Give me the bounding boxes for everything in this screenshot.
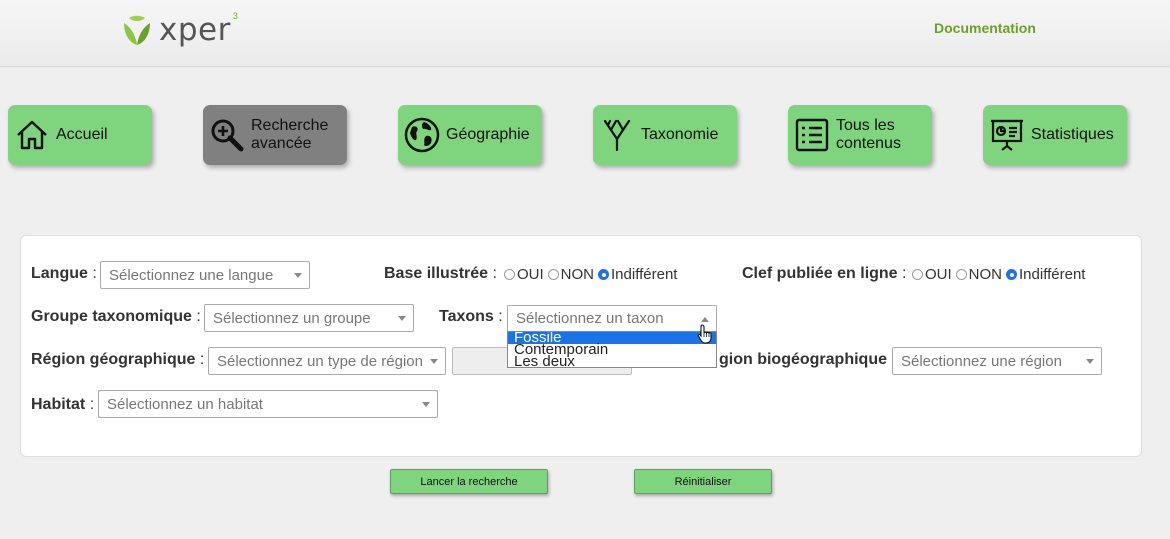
colon: :	[492, 265, 497, 282]
radio-label: NON	[560, 266, 595, 283]
clef-publiee-label: Clef publiée en ligne :	[742, 265, 906, 283]
nav-label: Tous les contenus	[836, 117, 901, 152]
nav-label: Accueil	[56, 126, 108, 143]
colon: :	[902, 265, 907, 282]
list-icon	[788, 117, 836, 153]
chevron-down-icon	[294, 273, 302, 278]
nav-statistiques-button[interactable]: Statistiques	[983, 105, 1127, 165]
langue-placeholder: Sélectionnez une langue	[109, 266, 274, 284]
region-bio-label-text: gion biogéographique	[719, 351, 887, 368]
nav-label: Géographie	[446, 126, 530, 143]
taxons-option-les-deux[interactable]: Les deux	[508, 354, 716, 367]
langue-label: Langue :	[31, 265, 97, 283]
taxonomy-tree-icon	[593, 117, 641, 153]
colon: :	[498, 308, 503, 325]
colon: :	[92, 265, 97, 282]
radio-label: Indifférent	[611, 266, 678, 283]
chevron-up-icon	[701, 317, 709, 322]
groupe-taxonomique-label: Groupe taxonomique :	[31, 308, 201, 326]
habitat-label: Habitat :	[31, 396, 94, 414]
nav-taxonomie-button[interactable]: Taxonomie	[593, 105, 737, 165]
clef-publiee-label-text: Clef publiée en ligne	[742, 265, 898, 282]
habitat-select[interactable]: Sélectionnez un habitat	[98, 390, 438, 418]
region-bio-select[interactable]: Sélectionnez une région	[892, 347, 1102, 375]
home-icon	[8, 118, 56, 152]
taxons-placeholder: Sélectionnez un taxon	[516, 310, 664, 327]
nav-tous-les-contenus-button[interactable]: Tous les contenus	[788, 105, 932, 165]
chevron-down-icon	[398, 316, 406, 321]
base-illustree-label: Base illustrée :	[384, 265, 497, 283]
colon: :	[199, 351, 205, 368]
taxons-label-text: Taxons	[439, 308, 494, 325]
nav-geographie-button[interactable]: Géographie	[398, 105, 542, 165]
zoom-in-icon	[203, 117, 251, 153]
radio-label: Indifférent	[1019, 266, 1086, 283]
presentation-icon	[983, 117, 1031, 153]
documentation-link[interactable]: Documentation	[934, 20, 1036, 36]
base-illustree-oui-radio[interactable]	[504, 269, 515, 280]
logo-superscript: 3	[232, 11, 238, 21]
launch-search-button[interactable]: Lancer la recherche	[390, 469, 548, 494]
groupe-label-text: Groupe taxonomique	[31, 308, 192, 325]
colon: :	[89, 396, 95, 413]
nav-label: Statistiques	[1031, 126, 1114, 143]
nav-label: Recherche avancée	[251, 117, 329, 152]
langue-select[interactable]: Sélectionnez une langue	[100, 261, 310, 289]
clef-publiee-radio-group: OUI NON Indifférent	[908, 266, 1085, 283]
radio-label: OUI	[517, 266, 544, 283]
hand-pointer-icon	[697, 324, 712, 344]
region-bio-placeholder: Sélectionnez une région	[901, 352, 1062, 370]
clef-publiee-non-radio[interactable]	[955, 269, 967, 280]
globe-icon	[398, 117, 446, 153]
header-bar: xper 3 Documentation	[0, 0, 1170, 67]
region-type-placeholder: Sélectionnez un type de région	[217, 352, 423, 370]
clef-publiee-indifferent-radio[interactable]	[1006, 269, 1018, 280]
radio-label: OUI	[925, 266, 952, 283]
groupe-select[interactable]: Sélectionnez un groupe	[204, 304, 414, 332]
groupe-placeholder: Sélectionnez un groupe	[213, 309, 371, 327]
colon: :	[196, 308, 201, 325]
base-illustree-non-radio[interactable]	[547, 269, 559, 280]
habitat-placeholder: Sélectionnez un habitat	[107, 395, 263, 413]
chevron-down-icon	[430, 359, 438, 364]
region-geographique-label: Région géographique :	[31, 351, 204, 369]
logo-text: xper	[159, 12, 231, 48]
chevron-down-icon	[422, 402, 430, 407]
taxons-select[interactable]: Sélectionnez un taxon	[507, 305, 717, 332]
region-geo-label-text: Région géographique	[31, 351, 196, 368]
radio-label: NON	[968, 266, 1003, 283]
nav-recherche-avancee-button[interactable]: Recherche avancée	[203, 105, 347, 165]
taxons-dropdown-list: Fossile Contemporain Les deux	[507, 331, 717, 368]
habitat-label-text: Habitat	[31, 396, 86, 413]
leaf-logo-icon	[124, 15, 150, 45]
nav-accueil-button[interactable]: Accueil	[8, 105, 152, 165]
xper-logo[interactable]: xper 3	[120, 11, 238, 48]
base-illustree-indifferent-radio[interactable]	[598, 269, 610, 280]
region-biogeographique-label: gion biogéographique :	[719, 351, 896, 369]
chevron-down-icon	[1086, 359, 1094, 364]
region-type-select[interactable]: Sélectionnez un type de région	[208, 347, 446, 375]
base-illustree-radio-group: OUI NON Indifférent	[500, 266, 677, 283]
langue-label-text: Langue	[31, 265, 88, 282]
reset-button[interactable]: Réinitialiser	[634, 469, 772, 494]
nav-label: Taxonomie	[641, 126, 719, 143]
taxons-label: Taxons :	[439, 308, 503, 326]
clef-publiee-oui-radio[interactable]	[912, 269, 923, 280]
base-illustree-label-text: Base illustrée	[384, 265, 489, 282]
